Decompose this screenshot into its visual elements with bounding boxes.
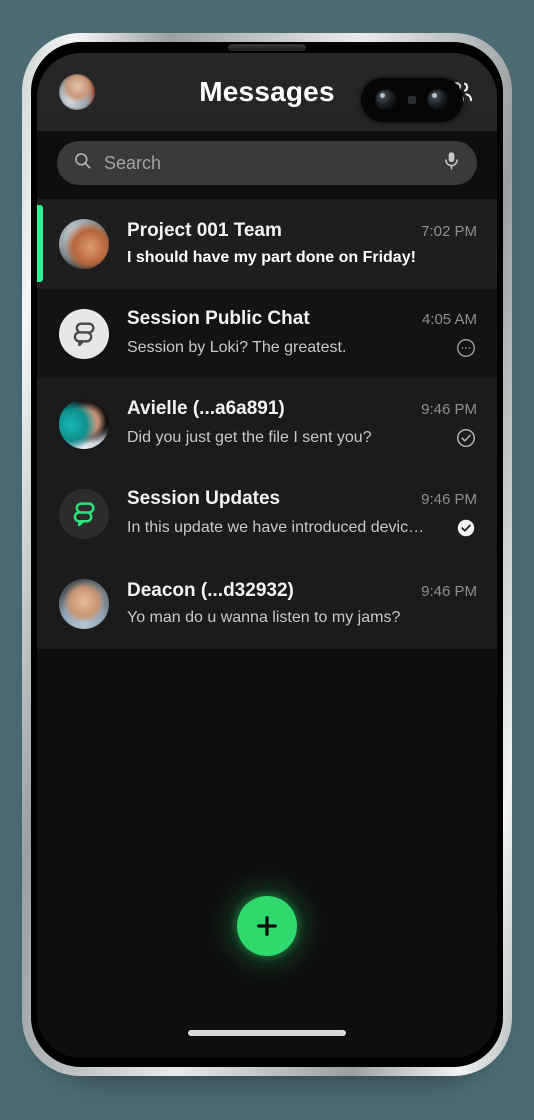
search-input[interactable]: Search — [57, 141, 477, 185]
conversation-name: Avielle (...a6a891) — [127, 398, 285, 419]
search-placeholder: Search — [104, 152, 162, 173]
camera-sensor-icon — [407, 96, 416, 104]
new-conversation-button[interactable] — [237, 896, 297, 956]
home-indicator[interactable] — [188, 1030, 346, 1036]
device-mockup: Messages Search Project 001 Team 7:02 PM… — [0, 0, 534, 1120]
conversation-time: 9:46 PM — [421, 401, 477, 418]
list-empty-area — [37, 649, 497, 879]
search-icon — [73, 151, 92, 175]
earpiece-speaker-icon — [228, 44, 306, 51]
status-sending-icon — [445, 337, 477, 359]
microphone-icon[interactable] — [442, 150, 461, 177]
conversation-time: 4:05 AM — [421, 311, 477, 328]
conversation-time: 9:46 PM — [421, 491, 477, 508]
status-read-icon — [445, 517, 477, 539]
phone-screen: Messages Search Project 001 Team 7:02 PM… — [37, 53, 497, 1058]
conversation-body: Avielle (...a6a891) 9:46 PM Did you just… — [127, 398, 477, 449]
conversation-row[interactable]: Deacon (...d32932) 9:46 PM Yo man do u w… — [37, 559, 497, 649]
conversation-snippet: Session by Loki? The greatest. — [127, 339, 347, 356]
status-sent-icon — [445, 427, 477, 449]
conversation-body: Deacon (...d32932) 9:46 PM Yo man do u w… — [127, 580, 477, 627]
camera-lens-icon — [375, 89, 398, 111]
search-section: Search — [37, 131, 497, 199]
conversation-body: Session Updates 9:46 PM In this update w… — [127, 488, 477, 539]
plus-icon — [257, 916, 277, 936]
conversation-row[interactable]: Project 001 Team 7:02 PM I should have m… — [37, 199, 497, 289]
conversation-avatar — [59, 488, 109, 539]
conversation-row[interactable]: Session Public Chat 4:05 AM Session by L… — [37, 289, 497, 379]
camera-lens-secondary-icon — [426, 89, 449, 111]
conversation-body: Session Public Chat 4:05 AM Session by L… — [127, 308, 477, 359]
conversation-row[interactable]: Avielle (...a6a891) 9:46 PM Did you just… — [37, 379, 497, 469]
phone-body: Messages Search Project 001 Team 7:02 PM… — [31, 42, 503, 1067]
unread-indicator — [37, 205, 43, 282]
conversation-snippet: In this update we have introduced device… — [127, 519, 427, 536]
conversation-snippet: I should have my part done on Friday! — [127, 249, 416, 266]
phone-frame: Messages Search Project 001 Team 7:02 PM… — [22, 33, 512, 1076]
conversation-avatar — [59, 398, 109, 449]
conversation-avatar — [59, 578, 109, 629]
profile-avatar[interactable] — [59, 74, 95, 110]
conversation-time: 9:46 PM — [421, 583, 477, 600]
conversation-time: 7:02 PM — [421, 223, 477, 240]
conversation-row[interactable]: Session Updates 9:46 PM In this update w… — [37, 469, 497, 559]
conversation-snippet: Yo man do u wanna listen to my jams? — [127, 609, 401, 626]
conversation-name: Session Public Chat — [127, 308, 310, 329]
conversation-body: Project 001 Team 7:02 PM I should have m… — [127, 220, 477, 267]
conversation-avatar — [59, 218, 109, 269]
conversation-snippet: Did you just get the file I sent you? — [127, 429, 372, 446]
conversation-avatar — [59, 308, 109, 359]
front-camera-cutout — [361, 78, 463, 122]
conversation-name: Deacon (...d32932) — [127, 580, 294, 601]
conversation-list: Project 001 Team 7:02 PM I should have m… — [37, 199, 497, 879]
conversation-name: Project 001 Team — [127, 220, 282, 241]
conversation-name: Session Updates — [127, 488, 281, 509]
